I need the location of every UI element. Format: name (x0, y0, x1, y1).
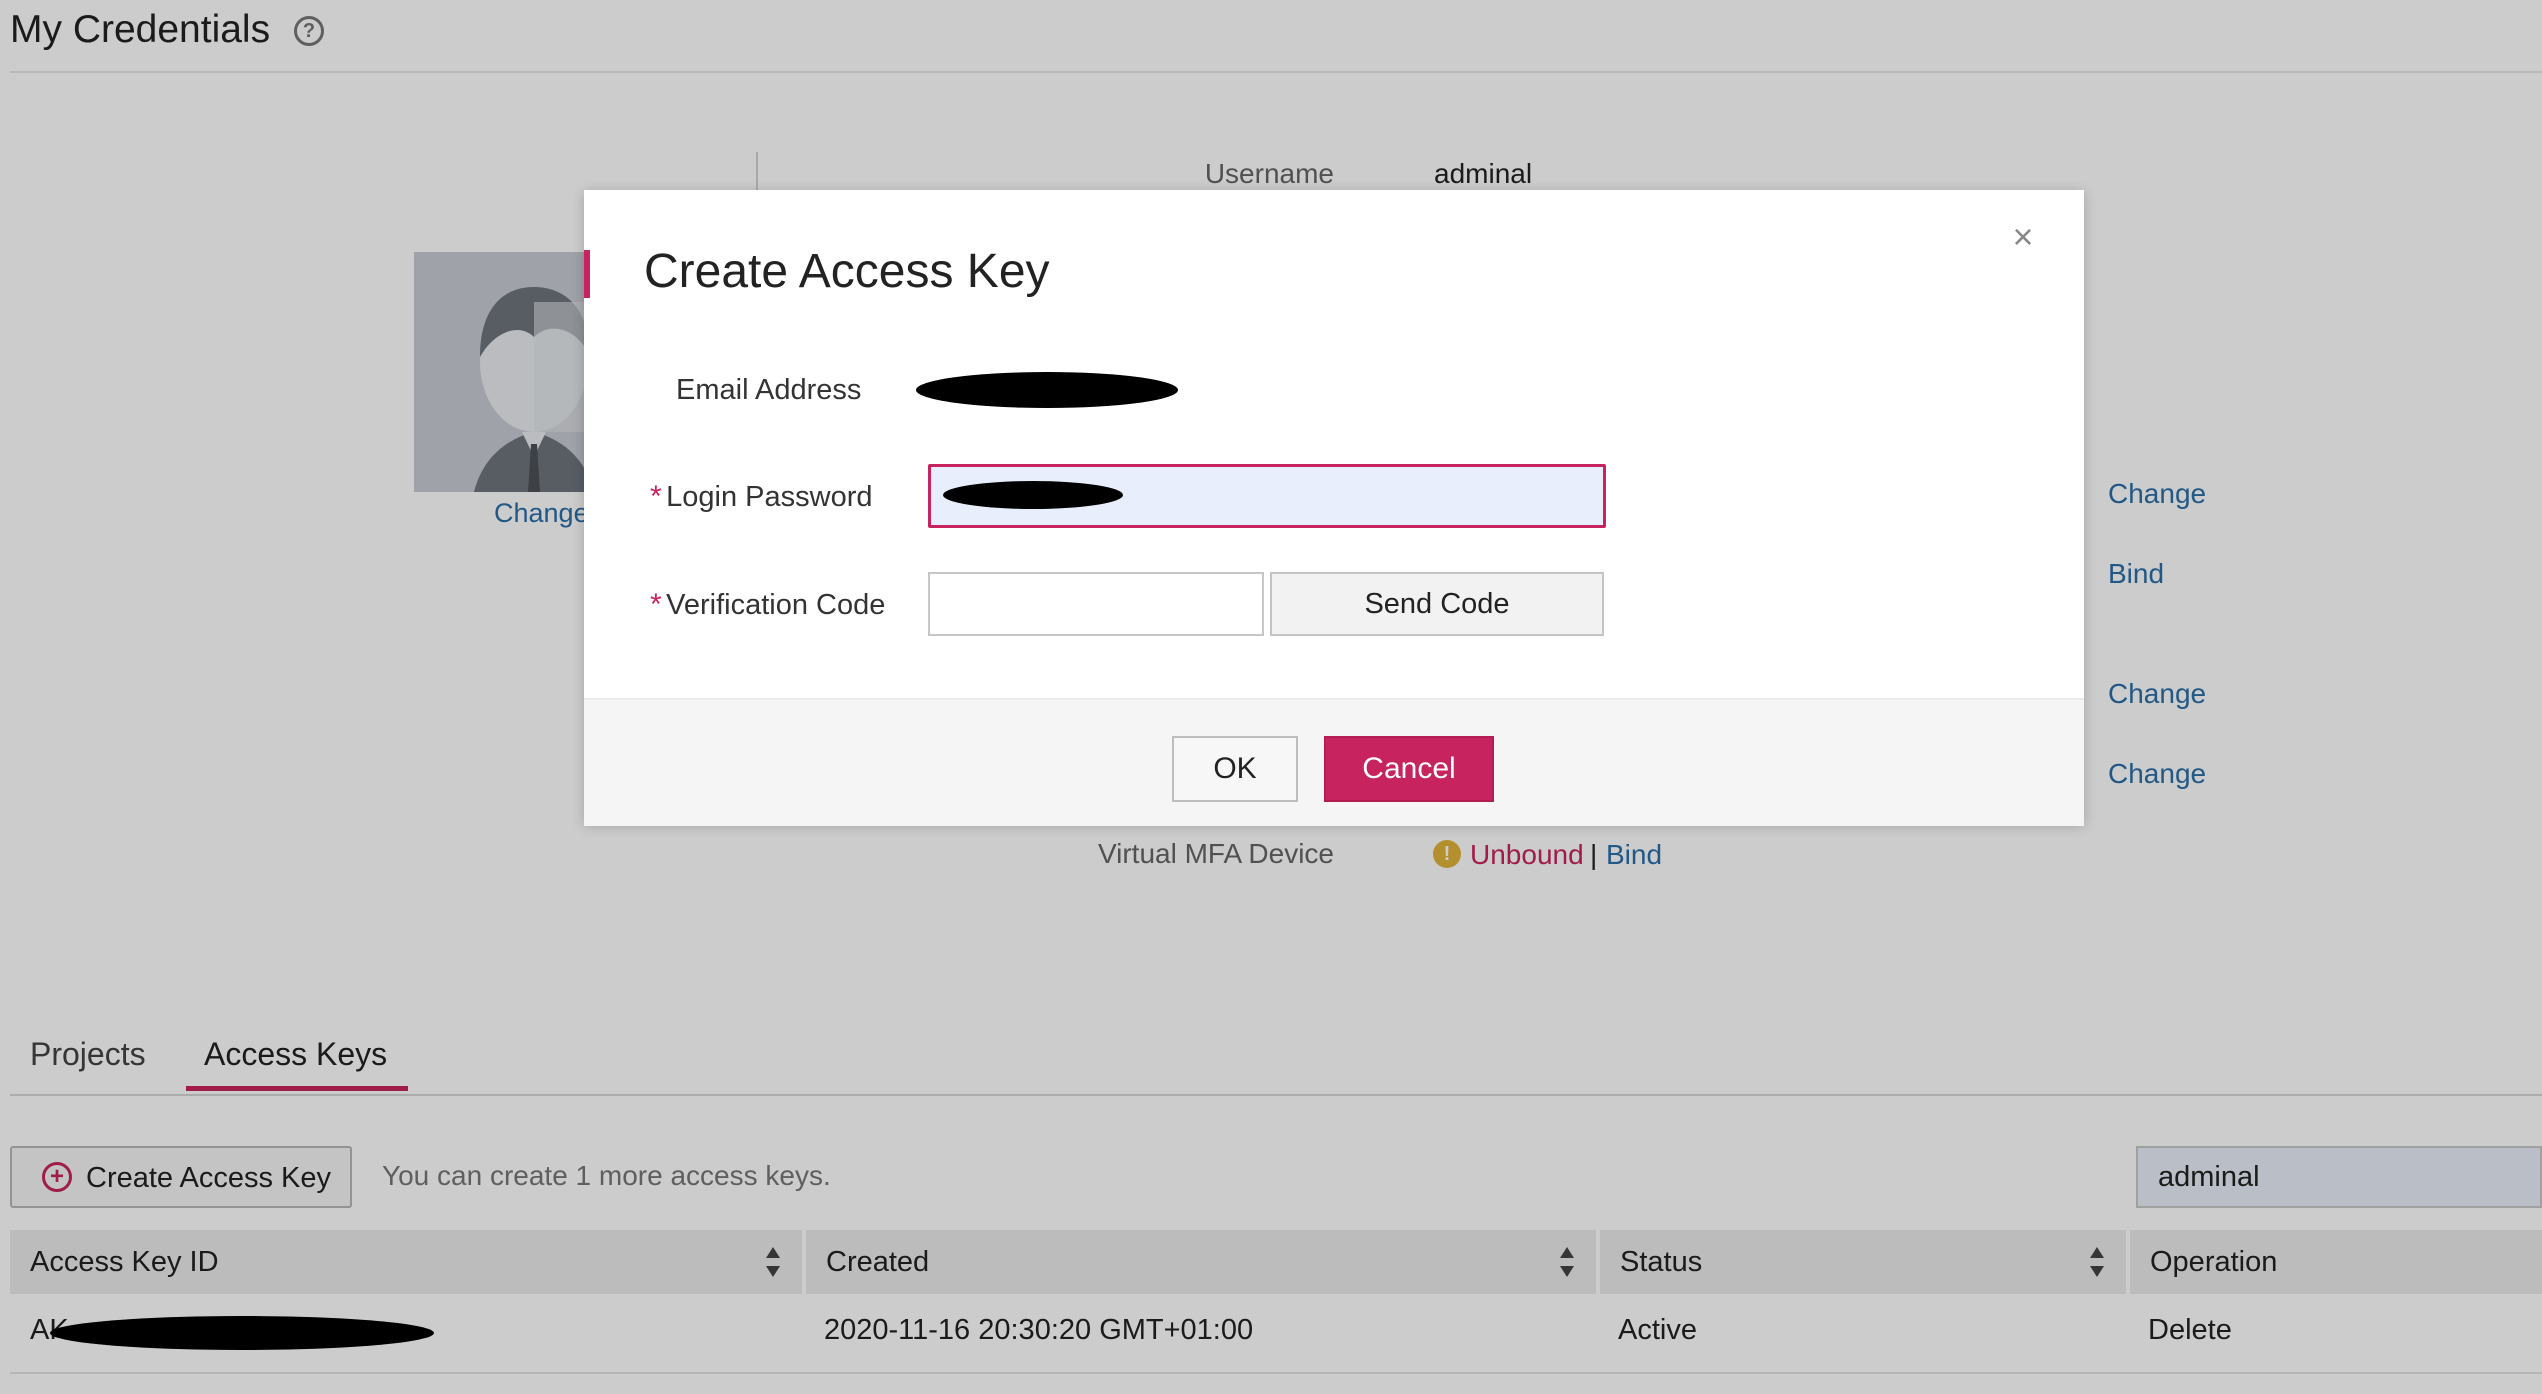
close-icon[interactable]: × (2006, 219, 2040, 255)
login-password-input[interactable] (928, 464, 1606, 528)
verification-code-input[interactable] (928, 572, 1264, 636)
email-redaction (916, 372, 1178, 408)
required-marker: * (650, 588, 662, 621)
cancel-button[interactable]: Cancel (1324, 736, 1494, 802)
page: My Credentials ? Change Username adminal… (0, 0, 2542, 1394)
verification-field-label: * Verification Code (650, 588, 885, 622)
password-label: Login Password (666, 481, 873, 513)
send-code-button[interactable]: Send Code (1270, 572, 1604, 636)
password-redaction (943, 481, 1123, 509)
email-label: Email Address (676, 374, 862, 406)
dialog-accent-bar (584, 250, 590, 298)
verification-code-label: Verification Code (666, 589, 886, 621)
dialog-footer: OK Cancel (584, 698, 2084, 826)
password-field-label: * Login Password (650, 480, 872, 514)
ok-button[interactable]: OK (1172, 736, 1298, 802)
dialog-title: Create Access Key (644, 245, 1050, 298)
required-marker: * (650, 480, 662, 513)
create-access-key-dialog: Create Access Key × Email Address * Logi… (584, 190, 2084, 826)
